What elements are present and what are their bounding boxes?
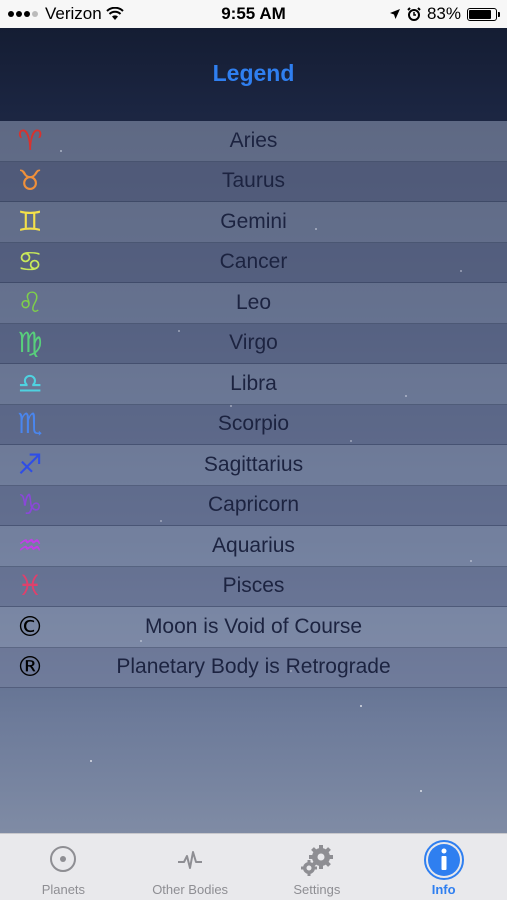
- legend-row-pisces: ♓ Pisces: [0, 566, 507, 607]
- tab-bar: Planets Other Bodies Settings Info: [0, 833, 507, 900]
- scorpio-icon: ♏: [17, 407, 43, 441]
- tab-label: Info: [431, 882, 456, 897]
- legend-row-capricorn: ♑ Capricorn: [0, 485, 507, 526]
- legend-label: Libra: [230, 371, 277, 395]
- legend-label: Gemini: [220, 209, 287, 233]
- status-bar: Verizon 9:55 AM 83%: [0, 0, 507, 28]
- legend-label: Planetary Body is Retrograde: [116, 655, 391, 679]
- navigation-header: Legend: [0, 28, 507, 120]
- legend-list: ♈ Aries ♉ Taurus ♊ Gemini ♋ Cancer ♌ Leo…: [0, 121, 507, 688]
- status-right: 83%: [389, 4, 500, 24]
- legend-label: Taurus: [221, 169, 286, 193]
- legend-label: Moon is Void of Course: [144, 614, 363, 638]
- libra-icon: ♎: [17, 366, 43, 400]
- pisces-icon: ♓: [17, 569, 43, 603]
- legend-label: Capricorn: [207, 493, 300, 517]
- battery-icon: [467, 7, 500, 21]
- sagittarius-icon: ♐: [17, 447, 43, 481]
- tab-planets[interactable]: Planets: [0, 834, 127, 900]
- tab-info[interactable]: Info: [380, 834, 507, 900]
- info-icon: [423, 840, 464, 880]
- gemini-icon: ♊: [17, 204, 43, 238]
- legend-row-cancer: ♋ Cancer: [0, 242, 507, 283]
- aquarius-icon: ♒: [17, 528, 43, 562]
- legend-label: Virgo: [229, 331, 278, 355]
- tab-label: Settings: [293, 882, 341, 897]
- legend-row-scorpio: ♏ Scorpio: [0, 404, 507, 445]
- legend-label: Sagittarius: [203, 452, 304, 476]
- legend-row-taurus: ♉ Taurus: [0, 161, 507, 202]
- registered-circle-icon: ®: [16, 650, 44, 684]
- leo-icon: ♌: [17, 285, 43, 319]
- legend-row-libra: ♎ Libra: [0, 364, 507, 405]
- legend-row-retrograde: ® Planetary Body is Retrograde: [0, 647, 507, 688]
- copyright-circle-icon: ©: [16, 609, 44, 643]
- legend-label: Scorpio: [217, 412, 290, 436]
- gear-icon: [300, 845, 333, 876]
- tab-label: Planets: [41, 882, 86, 897]
- legend-row-virgo: ♍ Virgo: [0, 323, 507, 364]
- taurus-icon: ♉: [17, 164, 43, 198]
- legend-label: Leo: [235, 290, 272, 314]
- legend-row-void-of-course: © Moon is Void of Course: [0, 607, 507, 648]
- capricorn-icon: ♑: [17, 488, 43, 522]
- legend-row-aries: ♈ Aries: [0, 121, 507, 162]
- aries-icon: ♈: [17, 123, 43, 157]
- legend-label: Aquarius: [212, 533, 295, 557]
- page-title: Legend: [212, 60, 295, 86]
- tab-settings[interactable]: Settings: [254, 834, 381, 900]
- location-arrow-icon: [389, 9, 400, 19]
- alarm-icon: [407, 7, 421, 21]
- legend-row-leo: ♌ Leo: [0, 283, 507, 324]
- planet-circle-icon: [50, 846, 77, 872]
- virgo-icon: ♍: [17, 326, 43, 360]
- battery-percent: 83%: [426, 4, 461, 23]
- other-bodies-icon: [178, 851, 203, 869]
- legend-label: Aries: [229, 128, 278, 152]
- legend-row-aquarius: ♒ Aquarius: [0, 526, 507, 567]
- tab-label: Other Bodies: [152, 882, 229, 897]
- cancer-icon: ♋: [17, 245, 43, 279]
- legend-row-sagittarius: ♐ Sagittarius: [0, 445, 507, 486]
- legend-label: Cancer: [219, 250, 288, 274]
- legend-label: Pisces: [222, 574, 285, 598]
- tab-other-bodies[interactable]: Other Bodies: [127, 834, 254, 900]
- legend-row-gemini: ♊ Gemini: [0, 202, 507, 243]
